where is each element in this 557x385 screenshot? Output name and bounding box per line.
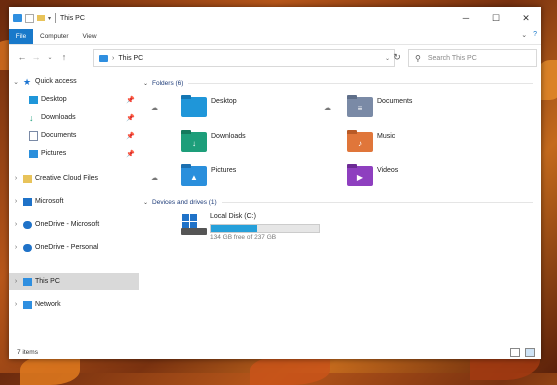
downloads-folder-icon: ↓ [181, 130, 207, 152]
star-icon: ★ [23, 76, 32, 87]
nav-item-this-pc[interactable]: › This PC [9, 273, 139, 290]
address-separator-icon: › [112, 54, 115, 62]
drive-usage-fill [211, 225, 258, 232]
folder-videos[interactable]: ▶ Videos [347, 164, 497, 192]
nav-item-documents[interactable]: Documents 📌 [9, 127, 139, 144]
documents-folder-icon: ≡ [347, 95, 373, 117]
address-row: ← → ⌄ ↑ › This PC ⌄ ↻ ⚲ Search This PC [9, 45, 541, 69]
search-icon: ⚲ [415, 53, 421, 63]
minimize-button[interactable]: ─ [451, 7, 481, 29]
explorer-window: ▾ This PC ─ ☐ ✕ File Computer View ⌄ ? ←… [9, 7, 541, 359]
chevron-right-icon[interactable]: › [9, 278, 23, 285]
drive-label: Local Disk (C:) [210, 213, 256, 220]
ribbon-tabs: File Computer View ⌄ ? [9, 29, 541, 45]
chevron-down-icon[interactable]: ⌄ [9, 78, 23, 86]
chevron-right-icon[interactable]: › [9, 198, 23, 205]
maximize-button[interactable]: ☐ [481, 7, 511, 29]
cloud-status-icon: ☁ [151, 105, 158, 112]
nav-item-network[interactable]: › Network [9, 296, 139, 313]
title-bar: ▾ This PC ─ ☐ ✕ [9, 7, 541, 29]
devices-group-header[interactable]: ⌄ Devices and drives (1) [143, 196, 533, 208]
this-pc-icon [99, 54, 108, 62]
onedrive-icon [23, 243, 32, 252]
status-bar: 7 items [9, 345, 541, 359]
pictures-icon [29, 149, 38, 158]
nav-item-creative-cloud-files[interactable]: › Creative Cloud Files [9, 170, 139, 187]
search-placeholder: Search This PC [427, 54, 477, 62]
folders-group-header[interactable]: ⌄ Folders (6) [143, 77, 533, 89]
chevron-right-icon[interactable]: › [9, 301, 23, 308]
chevron-right-icon[interactable]: › [9, 175, 23, 182]
navigation-pane: ⌄ ★ Quick access Desktop 📌 ↓ Downloads 📌… [9, 73, 139, 339]
chevron-down-icon[interactable]: ⌄ [143, 199, 148, 206]
expand-ribbon-icon[interactable]: ⌄ [521, 31, 527, 39]
computer-icon[interactable] [13, 14, 22, 22]
this-pc-icon [23, 277, 32, 286]
nav-item-onedrive-personal[interactable]: › OneDrive - Personal [9, 239, 139, 256]
tab-view[interactable]: View [76, 29, 104, 44]
details-view-icon[interactable] [510, 348, 520, 357]
network-icon [23, 300, 32, 309]
address-path: This PC [118, 54, 144, 62]
up-button[interactable]: ↑ [57, 52, 71, 62]
recent-locations-button[interactable]: ⌄ [43, 54, 57, 61]
search-input[interactable]: ⚲ Search This PC [408, 49, 537, 67]
onedrive-icon [23, 220, 32, 229]
folder-pictures[interactable]: ▲ Pictures [181, 164, 331, 192]
close-button[interactable]: ✕ [511, 7, 541, 29]
downloads-icon: ↓ [29, 112, 34, 123]
back-button[interactable]: ← [15, 52, 29, 62]
properties-icon[interactable] [25, 13, 34, 23]
tab-computer[interactable]: Computer [33, 29, 76, 44]
videos-folder-icon: ▶ [347, 164, 373, 186]
title-separator [55, 13, 57, 23]
nav-item-downloads[interactable]: ↓ Downloads 📌 [9, 109, 139, 126]
cloud-status-icon: ☁ [324, 105, 331, 112]
forward-button[interactable]: → [29, 52, 43, 62]
pin-icon[interactable]: 📌 [126, 114, 135, 122]
tab-file[interactable]: File [9, 29, 33, 44]
content-pane: ⌄ Folders (6) ☁ Desktop ☁ ≡ Documents ↓ … [143, 73, 538, 339]
large-icons-view-icon[interactable] [525, 348, 535, 357]
desktop-folder-icon [29, 95, 38, 104]
folder-music[interactable]: ♪ Music [347, 130, 497, 158]
pictures-folder-icon: ▲ [181, 164, 207, 186]
help-icon[interactable]: ? [533, 31, 537, 39]
chevron-right-icon[interactable]: › [9, 221, 23, 228]
folder-downloads[interactable]: ↓ Downloads [181, 130, 331, 158]
nav-item-pictures[interactable]: Pictures 📌 [9, 145, 139, 162]
chevron-right-icon[interactable]: › [9, 244, 23, 251]
folder-desktop[interactable]: Desktop [181, 95, 331, 123]
chevron-down-icon[interactable]: ▾ [48, 15, 51, 22]
pin-icon[interactable]: 📌 [126, 96, 135, 104]
nav-item-desktop[interactable]: Desktop 📌 [9, 91, 139, 108]
documents-icon [29, 130, 38, 141]
music-folder-icon: ♪ [347, 130, 373, 152]
folder-icon [23, 197, 32, 206]
new-folder-icon[interactable] [37, 15, 45, 21]
address-bar[interactable]: › This PC ⌄ [93, 49, 395, 67]
drive-usage-bar [210, 224, 320, 233]
nav-item-onedrive-microsoft[interactable]: › OneDrive - Microsoft [9, 216, 139, 233]
cloud-status-icon: ☁ [151, 175, 158, 182]
folder-documents[interactable]: ≡ Documents [347, 95, 497, 123]
nav-item-quick-access[interactable]: ⌄ ★ Quick access [9, 73, 139, 90]
window-title: This PC [60, 14, 85, 22]
pin-icon[interactable]: 📌 [126, 150, 135, 158]
pin-icon[interactable]: 📌 [126, 132, 135, 140]
item-count: 7 items [17, 348, 38, 356]
chevron-down-icon[interactable]: ⌄ [143, 80, 148, 87]
desktop-folder-icon [181, 95, 207, 117]
drive-local-disk-c[interactable]: Local Disk (C:) 134 GB free of 237 GB [181, 213, 331, 247]
creative-cloud-icon [23, 174, 32, 183]
nav-item-microsoft[interactable]: › Microsoft [9, 193, 139, 210]
windows-drive-icon [181, 213, 207, 235]
refresh-button[interactable]: ↻ [388, 49, 406, 65]
drive-free-space: 134 GB free of 237 GB [210, 234, 277, 241]
